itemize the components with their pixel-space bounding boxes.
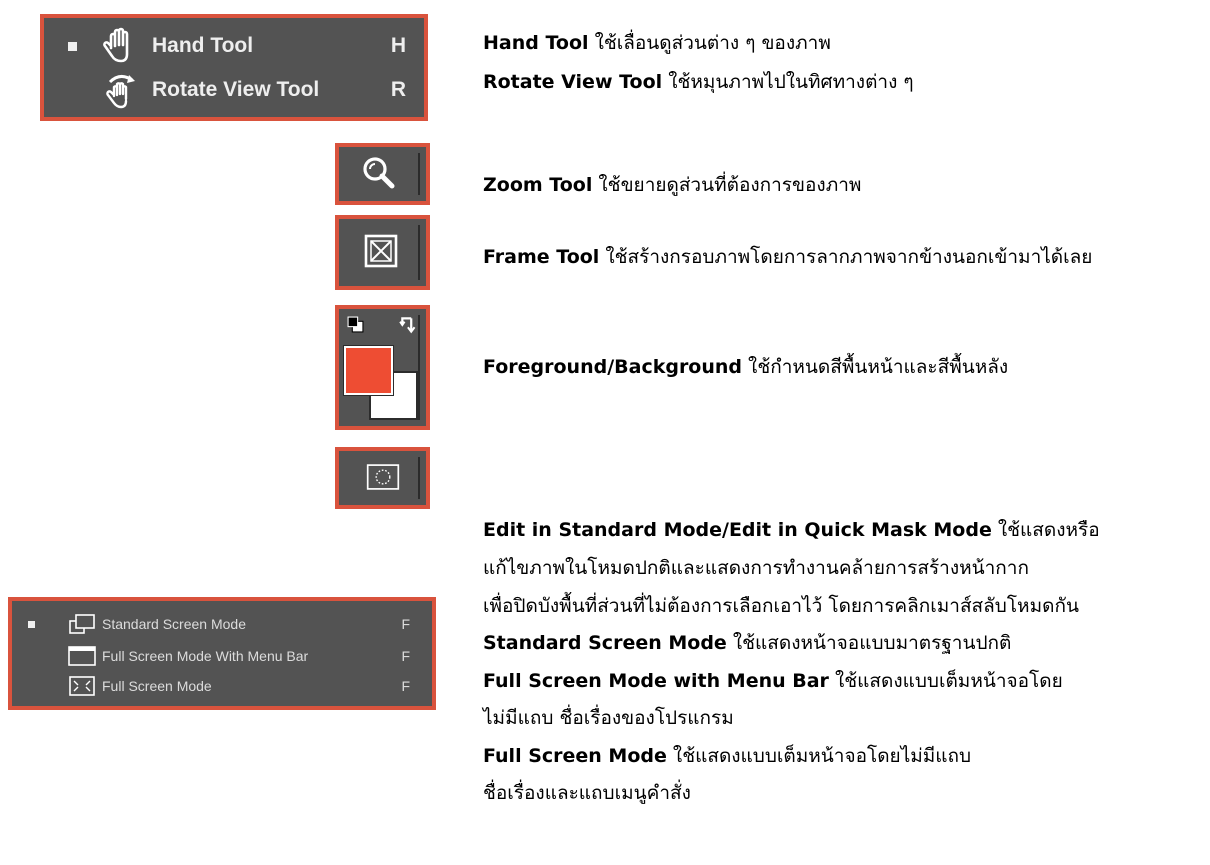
hand-tool-label: Hand Tool <box>152 34 254 57</box>
panel-edge <box>418 315 420 420</box>
quick-mask-name: Edit in Standard Mode/Edit in Quick Mask… <box>483 519 992 541</box>
quick-mask-icon <box>366 464 400 490</box>
hand-tool-shortcut: H <box>390 34 406 57</box>
frame-tool-text: ใช้สร้างกรอบภาพโดยการลากภาพจากข้างนอกเข้… <box>599 246 1093 268</box>
full-screen-name: Full Screen Mode <box>483 745 667 767</box>
selected-bullet <box>68 41 77 51</box>
full-screen-menu-text: ใช้แสดงแบบเต็มหน้าจอโดย <box>828 670 1063 692</box>
frame-icon <box>364 234 398 268</box>
zoom-icon <box>363 157 395 189</box>
full-screen-menu-description-line2: ไม่มีแถบ ชื่อเรื่องของโปรแกรม <box>483 707 734 729</box>
standard-screen-mode-shortcut: F <box>401 616 410 632</box>
standard-screen-name: Standard Screen Mode <box>483 632 727 654</box>
panel-edge <box>418 457 420 499</box>
full-screen-description: Full Screen Mode ใช้แสดงแบบเต็มหน้าจอโดย… <box>483 744 971 768</box>
full-screen-menu-description: Full Screen Mode with Menu Bar ใช้แสดงแบ… <box>483 669 1063 693</box>
fgbg-name: Foreground/Background <box>483 356 743 378</box>
frame-tool-name: Frame Tool <box>483 246 600 268</box>
screen-mode-flyout: Standard Screen Mode F Full Screen Mode … <box>8 597 436 710</box>
foreground-color-swatch[interactable] <box>343 345 394 396</box>
standard-screen-mode-item[interactable]: Standard Screen Mode F <box>12 609 432 639</box>
quick-mask-description-line2: แก้ไขภาพในโหมดปกติและแสดงการทำงานคล้ายกา… <box>483 557 1029 579</box>
swap-colors-icon[interactable] <box>399 315 419 335</box>
full-screen-mode-label: Full Screen Mode <box>102 678 212 694</box>
rotate-view-text: ใช้หมุนภาพไปในทิศทางต่าง ๆ <box>662 71 914 93</box>
zoom-tool-text: ใช้ขยายดูส่วนที่ต้องการของภาพ <box>592 174 862 196</box>
hand-tool-description: Hand Tool ใช้เลื่อนดูส่วนต่าง ๆ ของภาพ <box>483 31 831 55</box>
quick-mask-text: ใช้แสดงหรือ <box>991 519 1100 541</box>
full-screen-icon <box>69 676 95 696</box>
hand-tool-flyout: Hand Tool H Rotate View Tool R <box>40 14 428 121</box>
frame-tool-button[interactable] <box>335 215 430 290</box>
zoom-tool-button[interactable] <box>335 143 430 205</box>
frame-tool-description: Frame Tool ใช้สร้างกรอบภาพโดยการลากภาพจา… <box>483 245 1092 269</box>
standard-screen-description: Standard Screen Mode ใช้แสดงหน้าจอแบบมาต… <box>483 631 1011 655</box>
full-screen-menu-bar-item[interactable]: Full Screen Mode With Menu Bar F <box>12 641 432 671</box>
full-screen-mode-item[interactable]: Full Screen Mode F <box>12 671 432 701</box>
zoom-tool-name: Zoom Tool <box>483 174 593 196</box>
full-screen-menu-bar-label: Full Screen Mode With Menu Bar <box>102 648 309 664</box>
full-screen-menu-icon <box>68 646 96 666</box>
fgbg-description: Foreground/Background ใช้กำหนดสีพื้นหน้า… <box>483 355 1008 379</box>
quick-mask-button[interactable] <box>335 447 430 509</box>
quick-mask-description: Edit in Standard Mode/Edit in Quick Mask… <box>483 518 1100 542</box>
standard-screen-text: ใช้แสดงหน้าจอแบบมาตรฐานปกติ <box>726 632 1012 654</box>
default-colors-icon[interactable] <box>347 316 364 333</box>
rotate-view-tool-item[interactable]: Rotate View Tool R <box>44 68 424 112</box>
hand-tool-name: Hand Tool <box>483 32 589 54</box>
hand-tool-item[interactable]: Hand Tool H <box>44 24 424 68</box>
quick-mask-description-line3: เพื่อปิดบังพื้นที่ส่วนที่ไม่ต้องการเลือก… <box>483 595 1079 617</box>
full-screen-text: ใช้แสดงแบบเต็มหน้าจอโดยไม่มีแถบ <box>666 745 972 767</box>
full-screen-description-line2: ชื่อเรื่องและแถบเมนูคำสั่ง <box>483 782 691 804</box>
rotate-view-tool-shortcut: R <box>390 78 406 101</box>
full-screen-mode-shortcut: F <box>401 678 410 694</box>
selected-bullet <box>28 620 35 628</box>
full-screen-menu-bar-shortcut: F <box>401 648 410 664</box>
standard-screen-mode-label: Standard Screen Mode <box>102 616 246 632</box>
hand-icon <box>103 27 129 63</box>
rotate-view-icon <box>106 75 135 109</box>
zoom-tool-description: Zoom Tool ใช้ขยายดูส่วนที่ต้องการของภาพ <box>483 173 861 197</box>
rotate-view-name: Rotate View Tool <box>483 71 663 93</box>
rotate-view-description: Rotate View Tool ใช้หมุนภาพไปในทิศทางต่า… <box>483 70 914 94</box>
foreground-background-panel <box>335 305 430 430</box>
panel-edge <box>418 153 420 195</box>
panel-edge <box>418 225 420 280</box>
full-screen-menu-name: Full Screen Mode with Menu Bar <box>483 670 829 692</box>
rotate-view-tool-label: Rotate View Tool <box>152 78 320 101</box>
fgbg-text: ใช้กำหนดสีพื้นหน้าและสีพื้นหลัง <box>742 356 1009 378</box>
hand-tool-text: ใช้เลื่อนดูส่วนต่าง ๆ ของภาพ <box>588 32 831 54</box>
standard-screen-icon <box>69 614 95 634</box>
